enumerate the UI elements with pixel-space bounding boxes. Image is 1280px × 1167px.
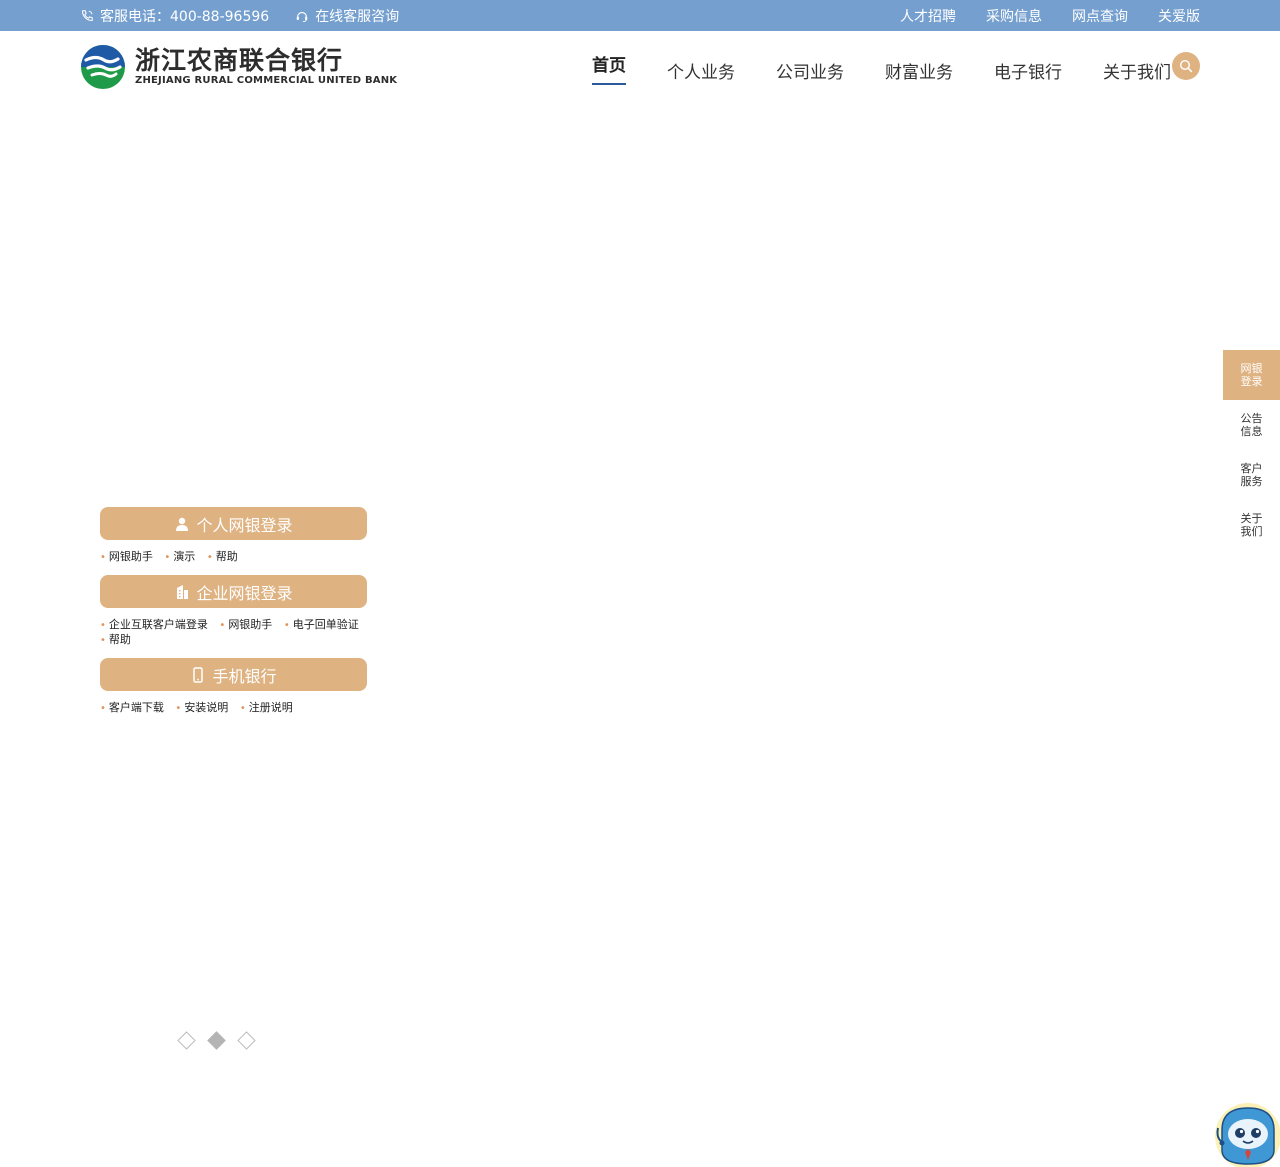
carousel-dot-2[interactable] bbox=[207, 1031, 226, 1050]
sidebar-label: 关于 bbox=[1240, 512, 1263, 525]
link-careers[interactable]: 人才招聘 bbox=[900, 6, 956, 26]
bank-logo-icon bbox=[81, 45, 125, 89]
hotline[interactable]: 客服电话：400-88-96596 bbox=[80, 6, 269, 26]
corporate-links: 企业互联客户端登录 网银助手 电子回单验证 帮助 bbox=[100, 618, 367, 648]
nav-ebanking[interactable]: 电子银行 bbox=[994, 31, 1062, 103]
headset-icon bbox=[296, 11, 308, 22]
personal-login-label: 个人网银登录 bbox=[196, 515, 293, 535]
mobile-banking-button[interactable]: 手机银行 bbox=[100, 658, 367, 691]
login-panel: 个人网银登录 网银助手 演示 帮助 企业网银登录 企业互联客户端登录 网银助手 … bbox=[100, 507, 367, 726]
mobile-banking-label: 手机银行 bbox=[212, 666, 277, 686]
main-nav: 首页 个人业务 公司业务 财富业务 电子银行 关于我们 bbox=[592, 31, 1212, 103]
link-care-version[interactable]: 关爱版 bbox=[1158, 6, 1200, 26]
personal-link-help[interactable]: 帮助 bbox=[207, 550, 238, 563]
online-service-text: 在线客服咨询 bbox=[315, 8, 400, 25]
carousel-dot-1[interactable] bbox=[177, 1031, 196, 1050]
carousel-dot-3[interactable] bbox=[237, 1031, 256, 1050]
corporate-link-client-login[interactable]: 企业互联客户端登录 bbox=[100, 618, 208, 631]
carousel-indicators bbox=[177, 1031, 270, 1050]
sidebar-customer-service[interactable]: 客户 服务 bbox=[1223, 450, 1280, 500]
top-bar: 客服电话：400-88-96596 在线客服咨询 人才招聘 采购信息 网点查询 … bbox=[0, 0, 1280, 31]
personal-link-demo[interactable]: 演示 bbox=[164, 550, 195, 563]
personal-link-assistant[interactable]: 网银助手 bbox=[100, 550, 153, 563]
corporate-ebank-login-button[interactable]: 企业网银登录 bbox=[100, 575, 367, 608]
nav-wealth[interactable]: 财富业务 bbox=[885, 31, 953, 103]
link-branch-search[interactable]: 网点查询 bbox=[1072, 6, 1128, 26]
sidebar-label: 我们 bbox=[1240, 525, 1263, 538]
personal-links: 网银助手 演示 帮助 bbox=[100, 550, 367, 565]
sidebar-label: 信息 bbox=[1240, 425, 1263, 438]
mobile-links: 客户端下载 安装说明 注册说明 bbox=[100, 701, 367, 716]
online-service[interactable]: 在线客服咨询 bbox=[295, 6, 399, 26]
phone-icon bbox=[82, 9, 93, 21]
mobile-link-install[interactable]: 安装说明 bbox=[175, 701, 228, 714]
corporate-link-assistant[interactable]: 网银助手 bbox=[219, 618, 272, 631]
sidebar-label: 服务 bbox=[1240, 475, 1263, 488]
mobile-link-download[interactable]: 客户端下载 bbox=[100, 701, 164, 714]
bank-name-en: ZHEJIANG RURAL COMMERCIAL UNITED BANK bbox=[135, 75, 398, 86]
sidebar-label: 登录 bbox=[1240, 375, 1263, 388]
nav-personal[interactable]: 个人业务 bbox=[667, 31, 735, 103]
sidebar-ebank-login[interactable]: 网银 登录 bbox=[1223, 350, 1280, 400]
user-icon bbox=[176, 517, 189, 531]
personal-ebank-login-button[interactable]: 个人网银登录 bbox=[100, 507, 367, 540]
corporate-link-receipt-verify[interactable]: 电子回单验证 bbox=[284, 618, 359, 631]
hotline-text: 客服电话：400-88-96596 bbox=[100, 8, 270, 25]
nav-home[interactable]: 首页 bbox=[592, 31, 626, 103]
bank-name-cn: 浙江农商联合银行 bbox=[135, 46, 344, 75]
building-icon bbox=[177, 584, 189, 599]
nav-about[interactable]: 关于我们 bbox=[1103, 31, 1171, 103]
search-icon bbox=[1179, 59, 1193, 73]
corporate-link-help[interactable]: 帮助 bbox=[100, 633, 131, 646]
mobile-link-register[interactable]: 注册说明 bbox=[240, 701, 293, 714]
bank-logo[interactable]: 浙江农商联合银行 ZHEJIANG RURAL COMMERCIAL UNITE… bbox=[80, 44, 397, 90]
sidebar-label: 公告 bbox=[1240, 412, 1263, 425]
nav-corporate[interactable]: 公司业务 bbox=[776, 31, 844, 103]
sidebar-announcements[interactable]: 公告 信息 bbox=[1223, 400, 1280, 450]
sidebar-label: 客户 bbox=[1240, 462, 1263, 475]
search-button[interactable] bbox=[1172, 52, 1200, 80]
link-procurement[interactable]: 采购信息 bbox=[986, 6, 1042, 26]
corporate-login-label: 企业网银登录 bbox=[196, 583, 293, 603]
sidebar-about-us[interactable]: 关于 我们 bbox=[1223, 500, 1280, 550]
right-sidebar: 网银 登录 公告 信息 客户 服务 关于 我们 bbox=[1223, 350, 1280, 550]
chat-mascot-icon[interactable] bbox=[1212, 1100, 1280, 1167]
header: 浙江农商联合银行 ZHEJIANG RURAL COMMERCIAL UNITE… bbox=[0, 31, 1280, 103]
mobile-phone-icon bbox=[193, 666, 204, 683]
sidebar-label: 网银 bbox=[1240, 362, 1263, 375]
